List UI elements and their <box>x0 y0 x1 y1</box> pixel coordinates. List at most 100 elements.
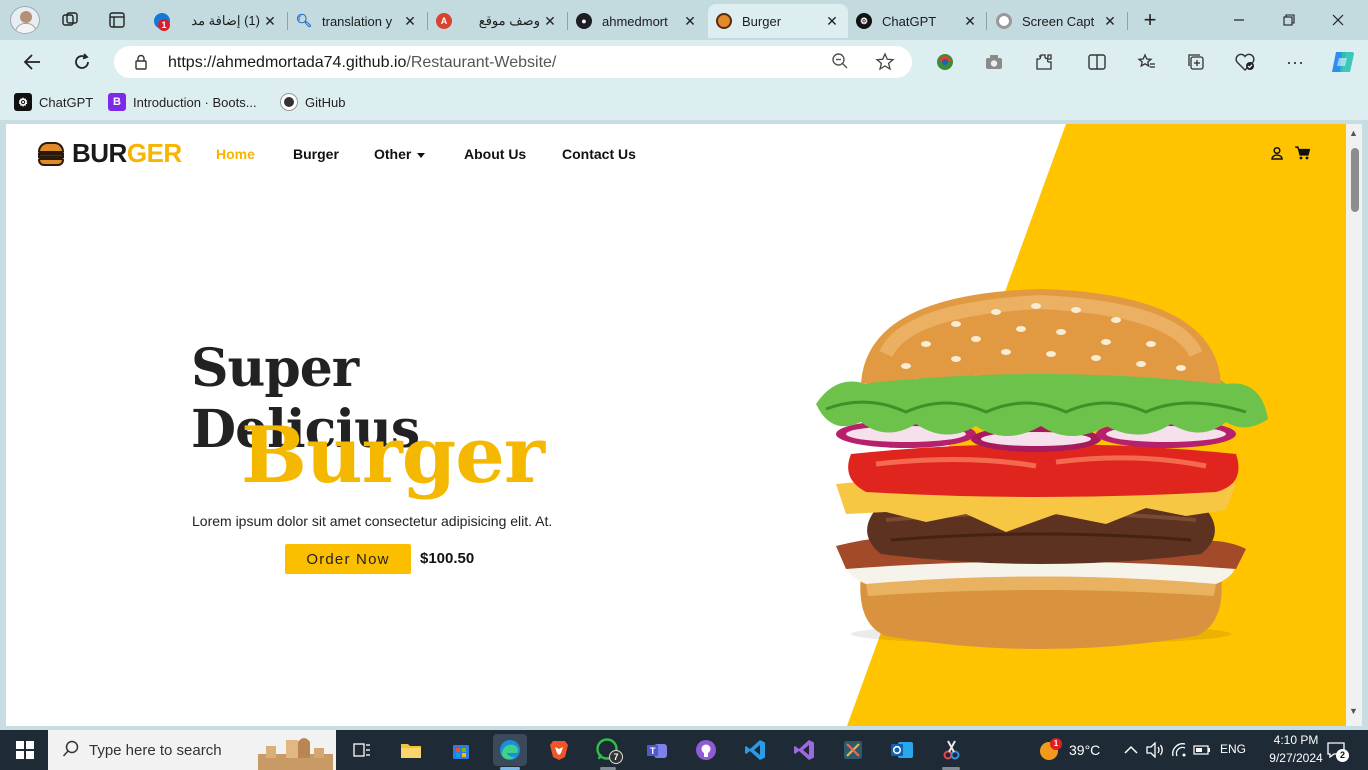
user-icon[interactable] <box>1270 146 1284 163</box>
visual-studio-icon[interactable] <box>791 738 817 762</box>
scroll-down-icon[interactable]: ▼ <box>1349 706 1358 716</box>
windows-start-icon[interactable] <box>12 738 38 762</box>
close-tab-icon[interactable]: ✕ <box>540 13 560 30</box>
app-icon: A <box>436 13 452 29</box>
close-tab-icon[interactable]: ✕ <box>822 13 842 30</box>
chatgpt-icon: ⚙ <box>14 93 32 111</box>
split-screen-icon[interactable] <box>1086 51 1108 73</box>
bookmark-github[interactable]: GitHub <box>280 93 345 111</box>
edge-icon[interactable] <box>493 734 527 766</box>
collections-icon[interactable] <box>1185 51 1207 73</box>
outlook-icon[interactable] <box>889 738 915 762</box>
chatgpt-icon: ⚙ <box>856 13 872 29</box>
page-scrollbar[interactable]: ▲ ▼ <box>1346 124 1362 726</box>
notification-icon: 1 <box>154 13 170 31</box>
burger-image <box>816 289 1268 649</box>
address-bar[interactable]: https://ahmedmortada74.github.io/Restaur… <box>114 46 912 78</box>
task-view-icon[interactable] <box>349 738 375 762</box>
back-icon[interactable] <box>18 49 46 75</box>
page-viewport: BUR GER Home Burger Other About Us Contac… <box>6 124 1346 726</box>
weather-temperature[interactable]: 39°C <box>1069 742 1100 758</box>
nav-home[interactable]: Home <box>216 146 255 162</box>
cart-icon[interactable] <box>1295 146 1311 163</box>
caret-down-icon <box>417 152 426 158</box>
tab-6[interactable]: ⚙ ChatGPT ✕ <box>848 4 986 38</box>
volume-icon[interactable] <box>1142 738 1168 762</box>
nav-other[interactable]: Other <box>374 146 426 162</box>
close-tab-icon[interactable]: ✕ <box>960 13 980 30</box>
more-menu-icon[interactable]: ··· <box>1284 51 1306 73</box>
minimize-icon[interactable] <box>1226 7 1252 33</box>
browser-toolbar: https://ahmedmortada74.github.io/Restaur… <box>0 40 1368 84</box>
refresh-icon[interactable] <box>68 49 96 75</box>
scroll-thumb[interactable] <box>1351 148 1359 212</box>
workspaces-icon[interactable] <box>57 7 83 33</box>
close-tab-icon[interactable]: ✕ <box>1100 13 1120 30</box>
burger-icon <box>716 13 732 29</box>
github-icon <box>280 93 298 111</box>
windows-taskbar: Type here to search 7 T 1 39°C ENG 4:10 … <box>0 730 1368 770</box>
hero-description: Lorem ipsum dolor sit amet consectetur a… <box>192 513 553 529</box>
search-highlight-icon <box>258 734 333 770</box>
burger-logo-icon <box>38 141 64 166</box>
tab-1[interactable]: 1 (1) إضافة مد ✕ <box>146 4 286 38</box>
search-icon <box>62 740 80 763</box>
scroll-up-icon[interactable]: ▲ <box>1349 128 1358 138</box>
brave-icon[interactable] <box>546 738 572 762</box>
hero-title: Burger <box>241 410 545 501</box>
chevron-up-icon[interactable] <box>1118 738 1144 762</box>
battery-icon[interactable] <box>1189 738 1215 762</box>
notifications-icon[interactable]: 2 <box>1323 738 1349 762</box>
taskbar-search[interactable]: Type here to search <box>48 730 336 770</box>
search-icon: 🔍︎ <box>295 13 313 28</box>
order-now-button[interactable]: Order Now <box>285 544 411 574</box>
file-explorer-icon[interactable] <box>398 738 424 762</box>
extensions-icon[interactable] <box>1033 51 1055 73</box>
download-manager-icon[interactable] <box>934 51 956 73</box>
tab-2[interactable]: 🔍︎ translation y ✕ <box>288 4 426 38</box>
teams-icon[interactable]: T <box>644 738 670 762</box>
lock-icon[interactable] <box>134 54 148 70</box>
tab-3[interactable]: A وصف موقع ✕ <box>428 4 566 38</box>
tab-5-active[interactable]: Burger ✕ <box>708 4 848 38</box>
profile-avatar[interactable] <box>10 6 40 34</box>
weather-icon[interactable]: 1 <box>1036 738 1062 762</box>
bootstrap-icon: B <box>108 93 126 111</box>
whatsapp-icon[interactable]: 7 <box>595 738 623 764</box>
favorite-star-icon[interactable] <box>875 52 895 77</box>
vscode-icon[interactable] <box>742 738 768 762</box>
close-tab-icon[interactable]: ✕ <box>260 13 280 30</box>
close-window-icon[interactable] <box>1325 7 1351 33</box>
nav-contact[interactable]: Contact Us <box>562 146 636 162</box>
store-icon[interactable] <box>448 738 474 762</box>
github-desktop-icon[interactable] <box>693 738 719 762</box>
bookmarks-bar: ⚙ ChatGPT B Introduction · Boots... GitH… <box>0 84 1368 120</box>
github-icon: ● <box>576 13 592 29</box>
site-logo[interactable]: BUR GER <box>38 138 182 169</box>
bookmark-chatgpt[interactable]: ⚙ ChatGPT <box>14 93 93 111</box>
close-tab-icon[interactable]: ✕ <box>400 13 420 30</box>
restore-icon[interactable] <box>1276 7 1302 33</box>
clock-time[interactable]: 4:10 PM <box>1263 733 1329 747</box>
bookmark-bootstrap[interactable]: B Introduction · Boots... <box>108 93 257 111</box>
snipping-tool-icon[interactable] <box>840 738 866 762</box>
capture-icon <box>996 13 1012 29</box>
tab-4[interactable]: ● ahmedmort ✕ <box>568 4 706 38</box>
tab-7[interactable]: Screen Capt ✕ <box>988 4 1126 38</box>
nav-about[interactable]: About Us <box>464 146 526 162</box>
tab-actions-icon[interactable] <box>104 7 130 33</box>
camera-icon[interactable] <box>983 51 1005 73</box>
new-tab-icon[interactable]: + <box>1137 7 1163 33</box>
language-indicator[interactable]: ENG <box>1220 742 1246 756</box>
zoom-icon[interactable] <box>831 52 849 75</box>
copilot-icon[interactable] <box>1330 51 1356 73</box>
url-text: https://ahmedmortada74.github.io/Restaur… <box>168 54 557 71</box>
close-tab-icon[interactable]: ✕ <box>680 13 700 30</box>
nav-burger[interactable]: Burger <box>293 146 339 162</box>
favorites-icon[interactable] <box>1136 51 1158 73</box>
browser-tab-strip: 1 (1) إضافة مد ✕ 🔍︎ translation y ✕ A وص… <box>0 0 1368 40</box>
screen-capture-icon[interactable] <box>938 738 964 762</box>
svg-text:T: T <box>650 746 656 756</box>
hero-price: $100.50 <box>420 550 475 567</box>
browser-essentials-icon[interactable] <box>1234 51 1256 73</box>
